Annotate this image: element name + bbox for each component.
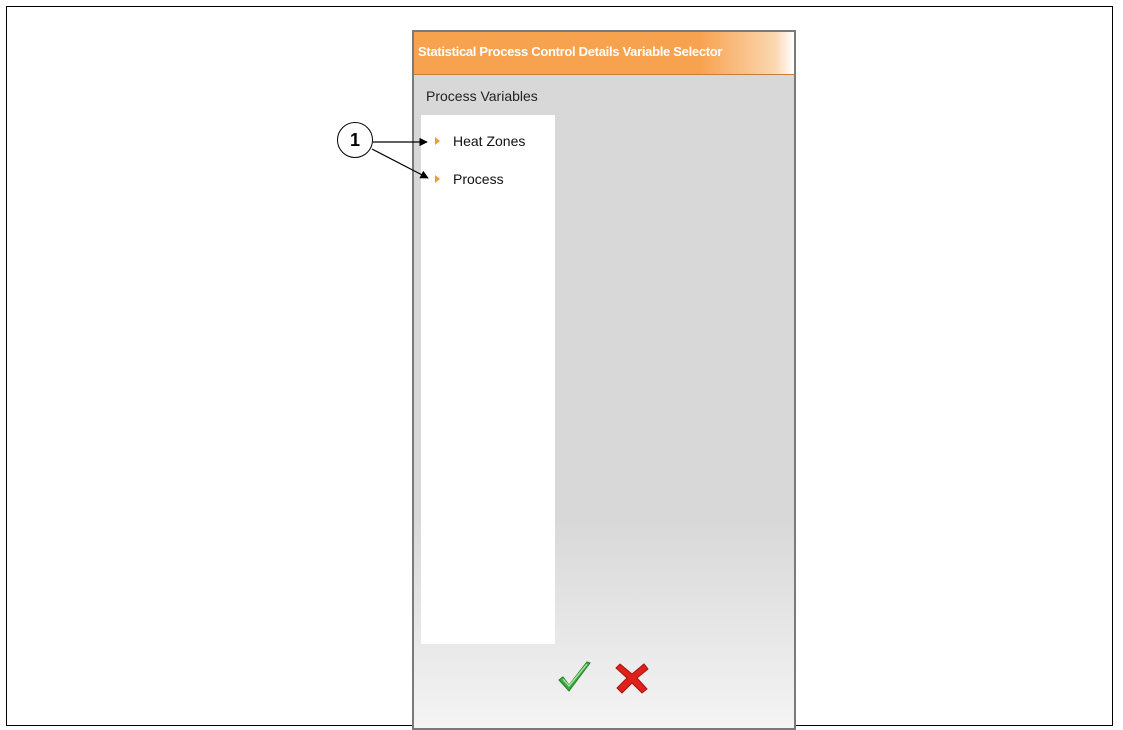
list-item-label: Heat Zones [453, 133, 526, 149]
process-variables-heading: Process Variables [426, 88, 538, 104]
callout-number-badge: 1 [337, 122, 373, 158]
variables-list-panel: Heat Zones Process [421, 115, 555, 644]
list-item-process[interactable]: Process [435, 171, 504, 187]
list-item-label: Process [453, 171, 504, 187]
expand-arrow-icon[interactable] [435, 175, 440, 183]
title-bar[interactable]: Statistical Process Control Details Vari… [414, 32, 794, 75]
red-x-icon [615, 663, 649, 694]
dialog-footer [414, 658, 794, 708]
cancel-button[interactable] [612, 658, 652, 698]
list-item-heat-zones[interactable]: Heat Zones [435, 133, 525, 149]
variable-selector-window: Statistical Process Control Details Vari… [412, 30, 796, 730]
expand-arrow-icon[interactable] [435, 137, 440, 145]
window-title: Statistical Process Control Details Vari… [418, 44, 723, 59]
ok-button[interactable] [554, 658, 594, 698]
green-checkmark-icon [558, 661, 591, 692]
